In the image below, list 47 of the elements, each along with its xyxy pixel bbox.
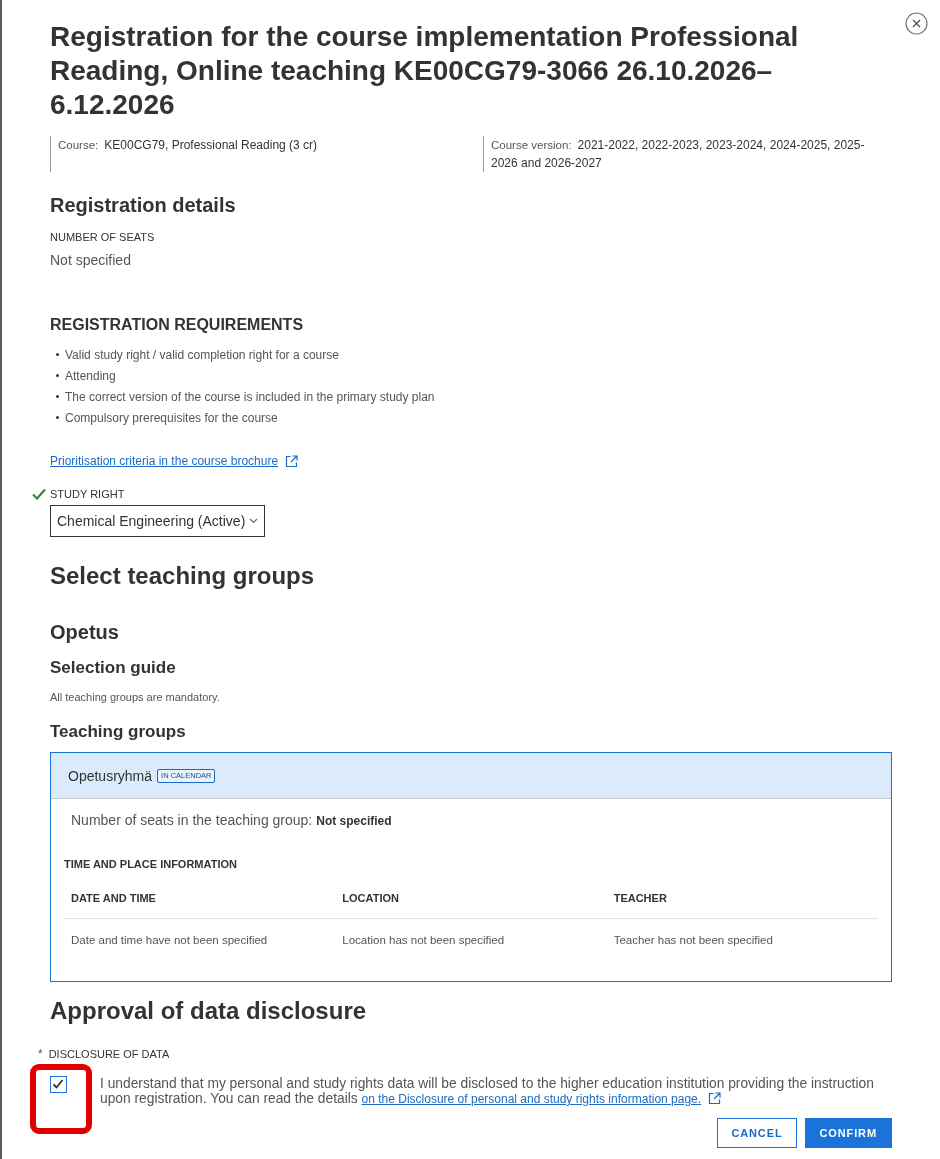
- requirement-text: The correct version of the course is included in the primary study plan: [65, 389, 435, 404]
- section-heading: Registration details: [50, 193, 237, 218]
- guide-text: All teaching groups are mandatory.: [50, 690, 220, 704]
- requirement-text: Compulsory prerequisites for the course: [65, 410, 278, 425]
- bullet-icon: [56, 353, 59, 356]
- column-header: TEACHER: [613, 892, 667, 904]
- external-link-icon: [285, 454, 299, 468]
- confirm-button[interactable]: CONFIRM: [804, 1118, 892, 1148]
- meta-text: Course version: 2021-2022, 2022-2023, 2023-2024, 2024-2025, 2025-2026 and 2026-2027: [491, 137, 866, 172]
- field-label: NUMBER OF SEATS: [50, 230, 155, 244]
- dialog-title: Registration for the course implementation Professional Reading, Online teaching KE00CG79-3066 26.10.2026–6.12.2026: [50, 20, 800, 122]
- section-heading: Approval of data disclosure: [50, 996, 368, 1026]
- subsection-heading: Selection guide: [50, 657, 177, 679]
- field-label: DISCLOSURE OF DATA: [48, 1047, 170, 1061]
- disclosure-checkbox[interactable]: [50, 1076, 67, 1093]
- required-mark: *: [38, 1047, 43, 1061]
- close-icon[interactable]: [905, 12, 928, 35]
- column-header: LOCATION: [342, 892, 399, 904]
- tick-icon: [51, 1077, 65, 1091]
- seats-value: Not specified: [316, 813, 392, 830]
- cancel-button[interactable]: CANCEL: [717, 1118, 797, 1148]
- bullet-icon: [56, 374, 59, 377]
- section-heading: Select teaching groups: [50, 561, 316, 591]
- seats-label: Number of seats in the teaching group:: [71, 811, 313, 829]
- teaching-group-card[interactable]: [50, 752, 892, 982]
- bullet-icon: [56, 416, 59, 419]
- section-heading: REGISTRATION REQUIREMENTS: [50, 315, 305, 335]
- column-header: DATE AND TIME: [71, 892, 156, 904]
- external-link-icon: [708, 1092, 722, 1105]
- table-cell: Date and time have not been specified: [71, 934, 268, 946]
- requirement-text: Valid study right / valid completion right for a course: [65, 347, 339, 362]
- meta-text: Course: KE00CG79, Professional Reading (3 cr): [58, 137, 319, 154]
- group-name: Opetusryhmä: [68, 766, 153, 785]
- subsection-heading: Teaching groups: [50, 721, 187, 743]
- subsection-heading: Opetus: [50, 620, 120, 645]
- table-cell: Location has not been specified: [342, 934, 505, 946]
- brochure-link[interactable]: Prioritisation criteria in the course brochure: [50, 453, 299, 469]
- schedule-heading: TIME AND PLACE INFORMATION: [64, 857, 237, 871]
- table-cell: Teacher has not been specified: [613, 934, 773, 946]
- caret-icon: [249, 518, 259, 524]
- disclosure-text: I understand that my personal and study rights data will be disclosed to the higher education institution providing the instruction upon registration. You can read the details on the Disclosure of personal and study rights information page.: [100, 1076, 875, 1107]
- bullet-icon: [56, 395, 59, 398]
- disclosure-link[interactable]: on the Disclosure of personal and study rights information page.: [361, 1092, 722, 1106]
- study-right-select[interactable]: Chemical Engineering (Active): [50, 505, 266, 537]
- field-label: STUDY RIGHT: [50, 487, 125, 501]
- requirement-text: Attending: [65, 368, 116, 383]
- field-value: Not specified: [50, 251, 131, 269]
